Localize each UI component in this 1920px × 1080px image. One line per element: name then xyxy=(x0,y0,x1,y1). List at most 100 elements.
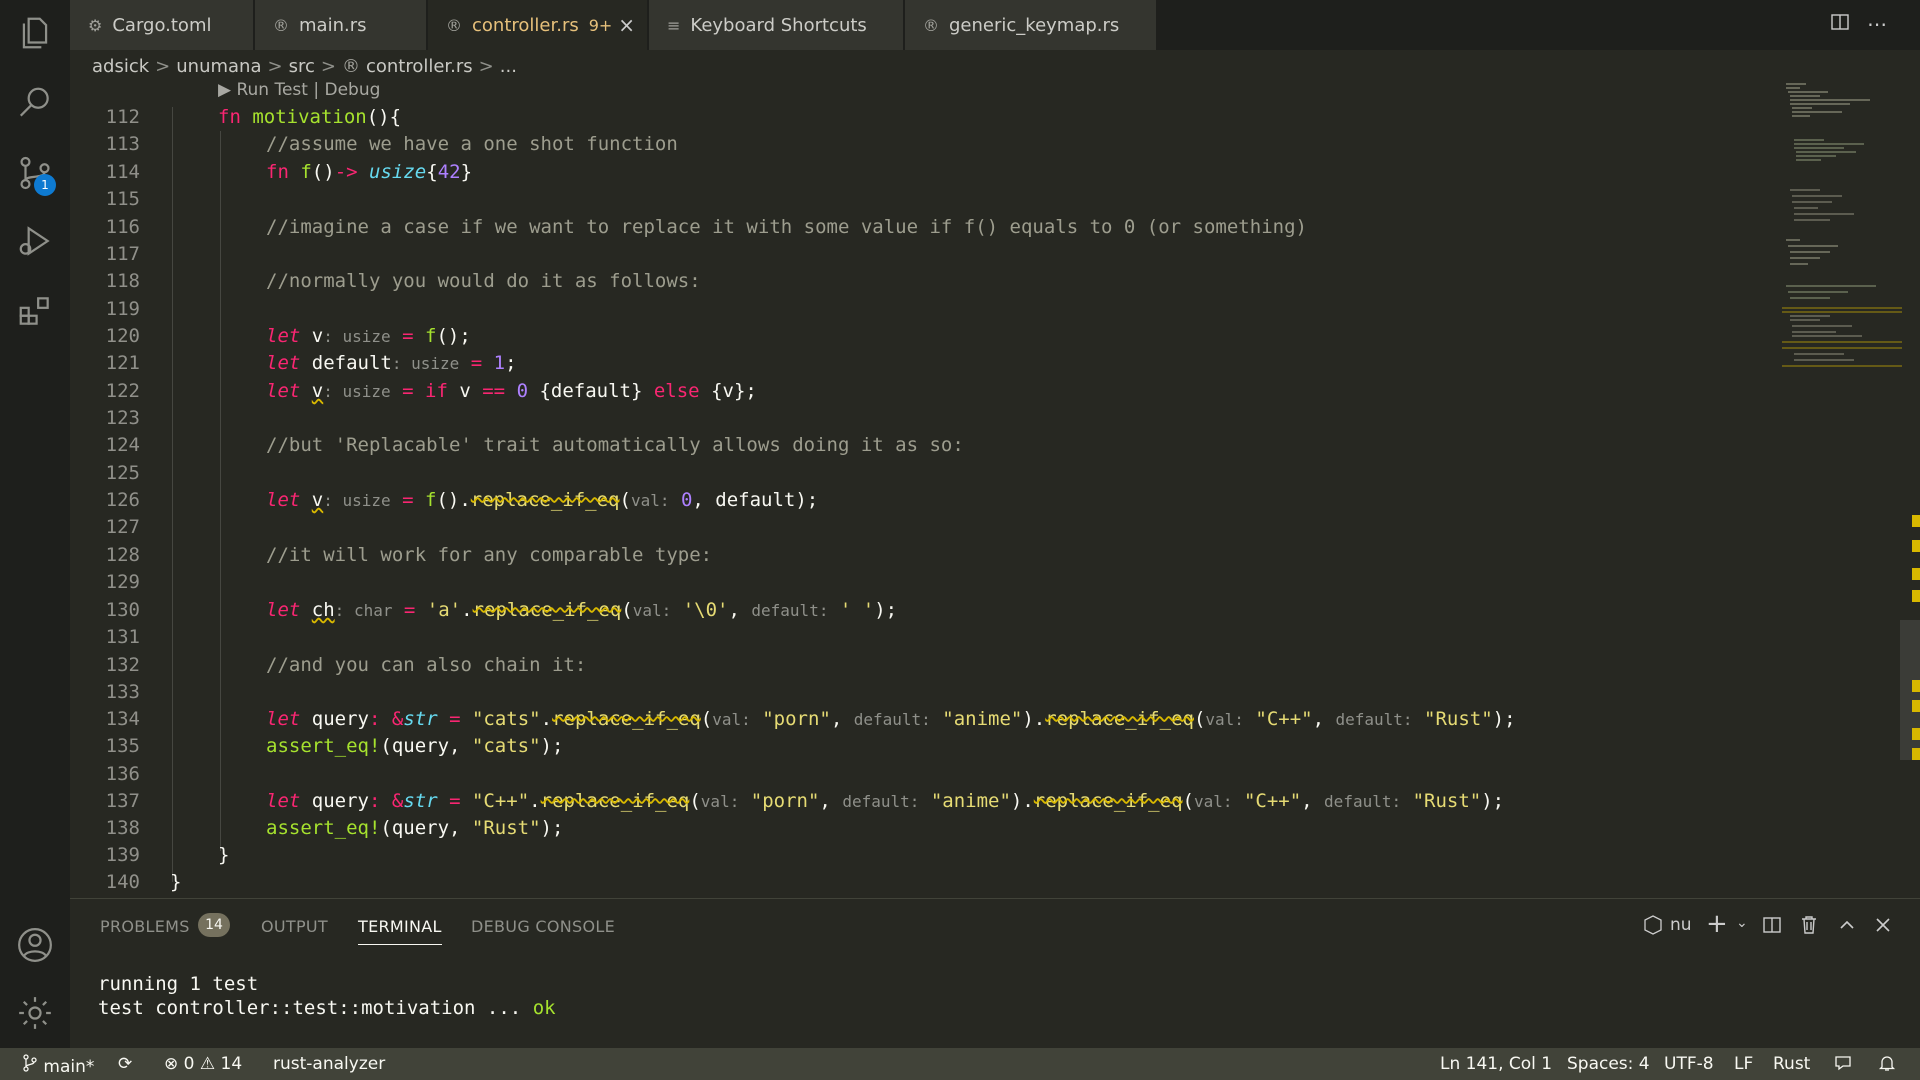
tab-debug-console[interactable]: DEBUG CONSOLE xyxy=(471,917,615,936)
warning-scroll-marker xyxy=(1912,748,1920,760)
code-line-140: } xyxy=(170,871,182,893)
line-number: 140 xyxy=(105,871,140,893)
chevron-down-icon[interactable]: ⌄ xyxy=(1736,915,1748,931)
explorer-icon[interactable] xyxy=(14,12,56,54)
tab-main-rs[interactable]: ® main.rs xyxy=(255,0,427,50)
tab-terminal[interactable]: TERMINAL xyxy=(358,917,442,945)
deprecated-method: replace_if_eq xyxy=(540,790,690,812)
identifier: v xyxy=(311,380,324,402)
string-literal: "cats" xyxy=(471,735,541,757)
code-line-124: //but 'Replacable' trait automatically a… xyxy=(266,434,964,456)
extensions-icon[interactable] xyxy=(14,290,56,332)
cursor-position[interactable]: Ln 141, Col 1 xyxy=(1440,1054,1552,1074)
search-icon[interactable] xyxy=(14,82,56,124)
line-number: 118 xyxy=(105,270,140,292)
account-icon[interactable] xyxy=(14,924,56,966)
codelens-run-test-debug[interactable]: ▶ Run Test | Debug xyxy=(218,80,380,100)
punct: : xyxy=(368,708,392,730)
breadcrumb-item[interactable]: src xyxy=(289,56,315,77)
operator: = xyxy=(390,380,425,402)
char-literal: 'a' xyxy=(426,599,462,621)
run-debug-icon[interactable] xyxy=(14,220,56,262)
line-number: 119 xyxy=(105,298,140,320)
punct: (){ xyxy=(366,106,402,128)
line-number: 124 xyxy=(105,434,140,456)
function-call: f xyxy=(425,489,437,511)
tab-cargo-toml[interactable]: ⚙ Cargo.toml xyxy=(70,0,254,50)
tab-label: controller.rs xyxy=(472,14,579,36)
inlay-hint: : usize xyxy=(391,354,460,373)
tab-label: generic_keymap.rs xyxy=(949,14,1120,36)
args: (query, xyxy=(380,817,472,839)
code-line-118: //normally you would do it as follows: xyxy=(266,270,701,292)
tab-controller-rs[interactable]: ® controller.rs 9+ × xyxy=(428,0,648,50)
identifier: ch xyxy=(311,599,335,621)
type: str xyxy=(403,790,438,812)
line-number: 135 xyxy=(105,735,140,757)
string-literal: "Rust" xyxy=(1412,790,1482,812)
punct: , xyxy=(1301,790,1325,812)
operator: = xyxy=(390,489,425,511)
terminal-output-line: test controller::test::motivation ... ok xyxy=(98,997,556,1019)
tab-keyboard-shortcuts[interactable]: ≡ Keyboard Shortcuts xyxy=(649,0,904,50)
code-line-126: let v: usize = f().replace_if_eq(val: 0,… xyxy=(266,489,818,511)
inlay-hint: : char xyxy=(334,601,393,620)
operator: -> xyxy=(334,161,358,183)
breadcrumb-item[interactable]: controller.rs xyxy=(366,56,473,77)
maximize-panel-icon[interactable] xyxy=(1838,915,1856,940)
indent-guide xyxy=(220,131,221,851)
rust-analyzer-status[interactable]: rust-analyzer xyxy=(273,1054,385,1074)
breadcrumb-item[interactable]: adsick xyxy=(92,56,149,77)
tab-problems[interactable]: PROBLEMS xyxy=(100,917,190,936)
inlay-hint: default: xyxy=(1324,792,1402,811)
tab-label: Keyboard Shortcuts xyxy=(690,14,867,36)
feedback-icon[interactable] xyxy=(1834,1054,1852,1077)
operator: = xyxy=(437,708,472,730)
settings-gear-icon[interactable] xyxy=(14,992,56,1034)
deprecated-method: replace_if_eq xyxy=(470,489,620,511)
number: 0 xyxy=(680,489,693,511)
branch-indicator[interactable]: main* xyxy=(22,1054,94,1077)
line-number: 115 xyxy=(105,188,140,210)
code-line-130: let ch: char = 'a'.replace_if_eq(val: '\… xyxy=(266,599,897,621)
warning-scroll-marker xyxy=(1912,540,1920,552)
breadcrumb-item[interactable]: ... xyxy=(500,56,517,77)
punct: . xyxy=(540,708,553,730)
identifier: default xyxy=(300,352,392,374)
inlay-hint: default: xyxy=(853,710,931,729)
sync-icon[interactable]: ⟳ xyxy=(118,1054,132,1074)
block: {default} xyxy=(528,380,654,402)
deprecated-method: replace_if_eq xyxy=(1045,708,1194,730)
code-line-121: let default: usize = 1; xyxy=(266,352,517,374)
problems-indicator[interactable]: ⊗ 0 ⚠ 14 xyxy=(164,1054,242,1074)
deprecated-method: replace_if_eq xyxy=(1033,790,1183,812)
warning-scroll-marker xyxy=(1912,700,1920,712)
minimap[interactable] xyxy=(1782,80,1902,370)
terminal-shell-name[interactable]: nu xyxy=(1670,915,1692,935)
split-editor-icon[interactable] xyxy=(1828,12,1852,36)
eol-status[interactable]: LF xyxy=(1734,1054,1753,1074)
char-literal: '\0' xyxy=(682,599,729,621)
split-terminal-icon[interactable] xyxy=(1762,915,1782,940)
breadcrumb-item[interactable]: unumana xyxy=(176,56,261,77)
string-literal: "Rust" xyxy=(1424,708,1493,730)
close-tab-icon[interactable]: × xyxy=(618,13,635,37)
tab-label: main.rs xyxy=(299,14,367,36)
tab-output[interactable]: OUTPUT xyxy=(261,917,328,936)
notifications-bell-icon[interactable] xyxy=(1878,1054,1896,1077)
warning-scroll-marker xyxy=(1912,568,1920,580)
tab-generic-keymap-rs[interactable]: ® generic_keymap.rs xyxy=(905,0,1157,50)
language-mode[interactable]: Rust xyxy=(1773,1054,1810,1074)
more-actions-icon[interactable]: ⋯ xyxy=(1865,12,1889,36)
inlay-hint: val: xyxy=(1193,792,1233,811)
encoding-status[interactable]: UTF-8 xyxy=(1664,1054,1714,1074)
new-terminal-icon[interactable]: + xyxy=(1706,909,1728,939)
indentation-status[interactable]: Spaces: 4 xyxy=(1567,1054,1650,1074)
code-line-113: //assume we have a one shot function xyxy=(266,133,678,155)
close-panel-icon[interactable] xyxy=(1874,915,1892,940)
line-number: 120 xyxy=(105,325,140,347)
punct: ). xyxy=(1022,708,1046,730)
trash-icon[interactable] xyxy=(1800,915,1818,940)
args: (query, xyxy=(380,735,472,757)
bottom-panel: PROBLEMS 14 OUTPUT TERMINAL DEBUG CONSOL… xyxy=(70,898,1920,1049)
